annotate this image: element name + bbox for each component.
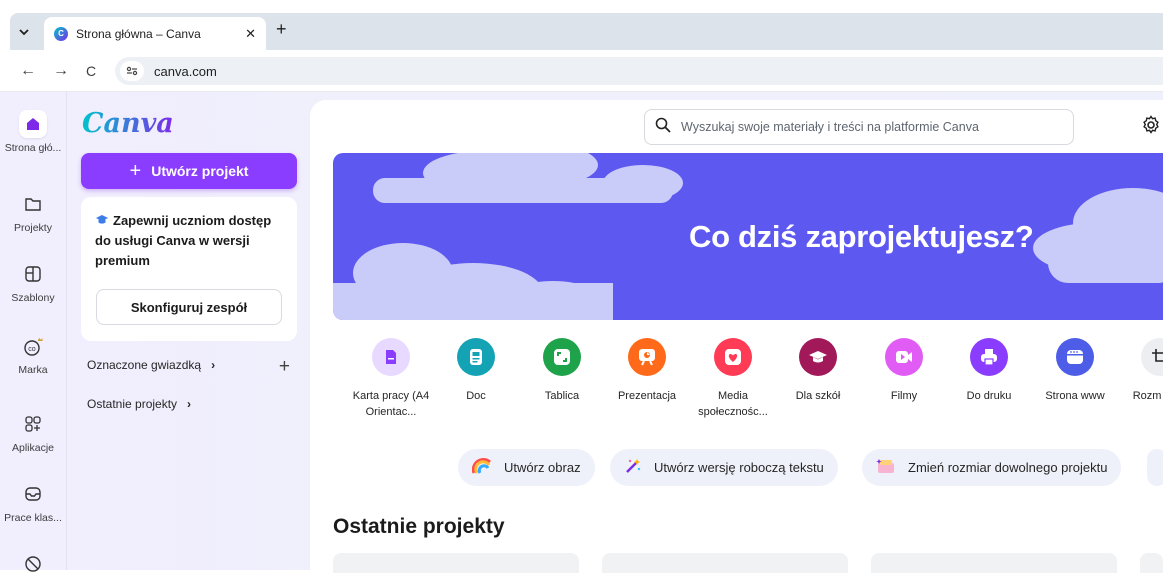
- recent-project-card[interactable]: [333, 553, 579, 573]
- recent-project-card[interactable]: [871, 553, 1117, 573]
- category-schools[interactable]: Dla szkół: [772, 330, 864, 404]
- resize-icon: [1141, 338, 1163, 376]
- more-icon: [19, 550, 47, 578]
- website-icon: [1056, 338, 1094, 376]
- worksheet-icon: [372, 338, 410, 376]
- create-design-button[interactable]: + Utwórz projekt: [81, 153, 297, 189]
- category-doc[interactable]: Doc: [430, 330, 522, 404]
- hero-banner: Co dziś zaprojektujesz?: [333, 153, 1163, 320]
- search-placeholder: Wyszukaj swoje materiały i treści na pla…: [681, 120, 979, 134]
- recent-projects-section[interactable]: Ostatnie projekty ›: [87, 397, 191, 411]
- inbox-icon: [19, 480, 47, 508]
- home-icon: [19, 110, 47, 138]
- apps-icon: [19, 410, 47, 438]
- tab-strip: C Strona główna – Canva ✕ +: [10, 13, 1163, 50]
- url-text[interactable]: canva.com: [154, 64, 217, 79]
- graduation-cap-icon: [96, 215, 108, 224]
- browser-tab-bar: C Strona główna – Canva ✕ +: [0, 0, 1163, 50]
- video-icon: [885, 338, 923, 376]
- hero-title: Co dziś zaprojektujesz?: [689, 219, 1034, 254]
- education-promo-card: Zapewnij uczniom dostęp do usługi Canva …: [81, 197, 297, 341]
- canva-favicon-icon: C: [54, 26, 68, 41]
- school-icon: [799, 338, 837, 376]
- recent-projects-label: Ostatnie projekty: [87, 397, 178, 411]
- category-whiteboard[interactable]: Tablica: [516, 330, 608, 404]
- social-icon: [714, 338, 752, 376]
- magic-resize-pill[interactable]: Zmień rozmiar dowolnego projektu: [862, 449, 1122, 486]
- design-category-row: Karta pracy (A4 Orientac... Doc Tablica …: [333, 330, 1163, 430]
- add-starred-button[interactable]: +: [279, 356, 290, 378]
- plus-icon: +: [129, 160, 142, 182]
- presentation-icon: [628, 338, 666, 376]
- omnibox[interactable]: canva.com: [115, 57, 1163, 85]
- tab-title: Strona główna – Canva: [76, 26, 201, 41]
- category-print[interactable]: Do druku: [943, 330, 1035, 404]
- side-panel: Canva + Utwórz projekt Zapewnij uczniom …: [66, 92, 310, 570]
- doc-icon: [457, 338, 495, 376]
- nav-rail: Strona głó... Projekty Szablony co Marka…: [0, 92, 66, 572]
- recent-project-card[interactable]: [1140, 553, 1163, 573]
- starred-section[interactable]: Oznaczone gwiazdką ›: [87, 358, 215, 372]
- whiteboard-icon: [543, 338, 581, 376]
- main-content: Wyszukaj swoje materiały i treści na pla…: [310, 100, 1163, 573]
- address-bar-row: ← → C canva.com: [0, 50, 1163, 92]
- starred-label: Oznaczone gwiazdką: [87, 358, 202, 372]
- category-worksheet[interactable]: Karta pracy (A4 Orientac...: [345, 330, 437, 420]
- more-suggestions-pill[interactable]: [1147, 449, 1163, 486]
- chevron-right-icon: ›: [211, 358, 216, 372]
- magic-write-icon: [624, 457, 642, 479]
- category-custom-size[interactable]: Rozm niestan: [1114, 330, 1163, 404]
- tab-search-button[interactable]: [10, 19, 38, 45]
- promo-text: Zapewnij uczniom dostęp do usługi Canva …: [95, 213, 272, 268]
- create-image-pill[interactable]: Utwórz obraz: [458, 449, 595, 486]
- forward-button[interactable]: →: [53, 62, 69, 80]
- rail-item-apps[interactable]: Aplikacje: [0, 410, 66, 454]
- rail-item-projects[interactable]: Projekty: [0, 190, 66, 234]
- settings-gear-icon[interactable]: [1141, 115, 1161, 141]
- category-social-media[interactable]: Media społecznośc...: [687, 330, 779, 420]
- reload-button[interactable]: C: [86, 63, 96, 79]
- category-presentation[interactable]: Prezentacja: [601, 330, 693, 404]
- new-tab-button[interactable]: +: [276, 19, 287, 40]
- folder-icon: [19, 190, 47, 218]
- rail-item-home[interactable]: Strona głó...: [0, 110, 66, 154]
- chevron-right-icon: ›: [187, 397, 192, 411]
- template-icon: [19, 260, 47, 288]
- browser-tab-active[interactable]: C Strona główna – Canva ✕: [44, 17, 266, 50]
- recent-project-card[interactable]: [602, 553, 848, 573]
- svg-text:co: co: [28, 346, 36, 353]
- brand-icon: co: [19, 332, 47, 360]
- chevron-down-icon: [19, 29, 29, 36]
- canva-logo[interactable]: Canva: [82, 108, 174, 139]
- rail-item-classwork[interactable]: Prace klas...: [0, 480, 66, 524]
- magic-write-pill[interactable]: Utwórz wersję roboczą tekstu: [610, 449, 838, 486]
- rail-item-brand[interactable]: co Marka: [0, 332, 66, 376]
- rainbow-icon: [471, 457, 492, 478]
- category-video[interactable]: Filmy: [858, 330, 950, 404]
- setup-team-button[interactable]: Skonfiguruj zespół: [96, 289, 282, 325]
- print-icon: [970, 338, 1008, 376]
- recent-projects-heading: Ostatnie projekty: [333, 515, 505, 538]
- category-website[interactable]: Strona www: [1029, 330, 1121, 404]
- rail-item-more[interactable]: [0, 550, 66, 582]
- search-icon: [655, 117, 671, 138]
- site-info-icon[interactable]: [120, 61, 144, 81]
- search-input[interactable]: Wyszukaj swoje materiały i treści na pla…: [644, 109, 1074, 145]
- tab-close-button[interactable]: ✕: [245, 26, 256, 42]
- create-design-label: Utwórz projekt: [151, 163, 249, 179]
- magic-resize-icon: [876, 457, 896, 479]
- back-button[interactable]: ←: [20, 62, 36, 80]
- rail-item-templates[interactable]: Szablony: [0, 260, 66, 304]
- canva-app: Strona głó... Projekty Szablony co Marka…: [0, 92, 1163, 573]
